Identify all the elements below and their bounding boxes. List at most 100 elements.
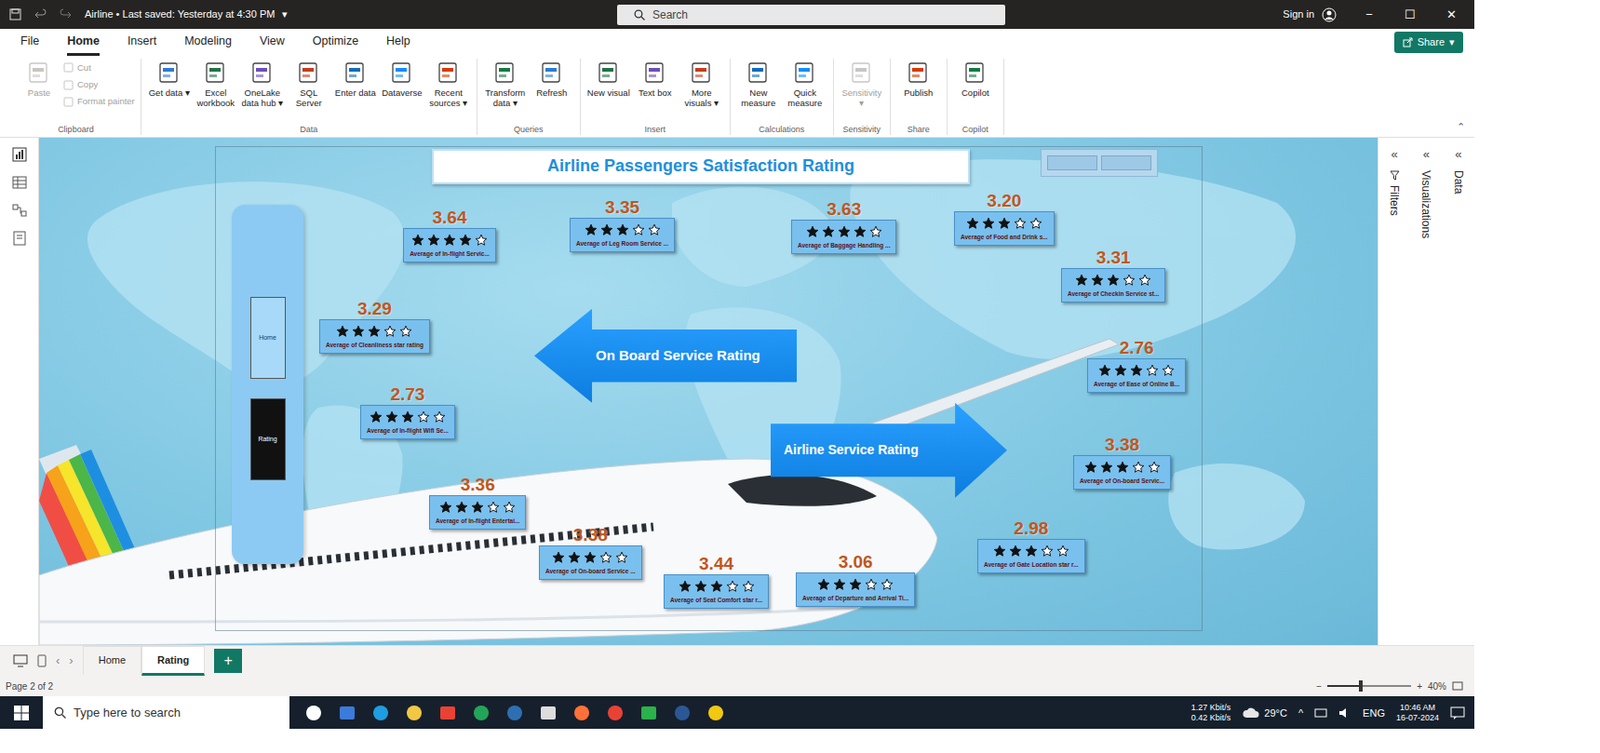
zoom-in-button[interactable]: +	[1416, 679, 1423, 694]
input-language[interactable]: ENG	[1362, 705, 1385, 722]
close-button[interactable]: ✕	[1442, 5, 1460, 25]
page-tab[interactable]: Rating	[141, 645, 205, 677]
app-icon[interactable]	[672, 703, 692, 723]
save-icon[interactable]	[9, 8, 22, 21]
ribbon-button[interactable]: Cut	[63, 61, 135, 75]
menu-item[interactable]: View	[259, 28, 285, 56]
table-view-icon[interactable]	[12, 174, 27, 190]
zoom-out-button[interactable]: −	[1316, 679, 1322, 694]
side-pane[interactable]: «Data	[1450, 145, 1467, 646]
rating-card[interactable]: 3.44Average of Seat Comfort star r...	[663, 553, 769, 609]
ribbon-button[interactable]: Excel workbook	[193, 58, 239, 108]
app-icon[interactable]	[438, 703, 458, 723]
ribbon-button[interactable]: Paste	[16, 58, 62, 98]
menu-item[interactable]: Home	[67, 28, 100, 56]
next-page-button[interactable]: ›	[68, 651, 73, 671]
app-icon[interactable]	[639, 703, 659, 723]
previous-page-button[interactable]: ‹	[55, 651, 60, 671]
title-dropdown[interactable]: ▾	[282, 6, 288, 23]
rating-card[interactable]: 3.06Average of Departure and Arrival Ti.…	[795, 551, 915, 607]
page-nav-button[interactable]: Rating	[250, 398, 286, 481]
app-icon[interactable]	[404, 703, 424, 723]
ribbon-button[interactable]: New measure	[736, 58, 781, 108]
add-page-button[interactable]: +	[214, 648, 243, 673]
zoom-slider[interactable]	[1327, 685, 1412, 687]
app-icon[interactable]	[605, 703, 625, 723]
network-icon[interactable]	[1314, 707, 1328, 719]
avatar-icon[interactable]	[1321, 7, 1337, 23]
ribbon-button[interactable]: Text box	[632, 58, 678, 98]
menu-item[interactable]: Optimize	[312, 28, 359, 56]
rating-card[interactable]: 2.98Average of Gate Location star r...	[977, 518, 1086, 574]
ribbon-button[interactable]: Dataverse	[379, 58, 425, 98]
volume-icon[interactable]	[1338, 707, 1352, 719]
rating-card[interactable]: 3.64Average of In-flight Servic...	[403, 207, 497, 263]
clock[interactable]: 10:46 AM16-07-2024	[1396, 702, 1439, 724]
desktop-layout-icon[interactable]	[13, 654, 28, 668]
start-button[interactable]	[0, 705, 43, 721]
ribbon-button[interactable]: New visual	[586, 58, 632, 98]
side-pane[interactable]: «Visualizations	[1417, 145, 1435, 646]
ribbon-button[interactable]: Enter data	[333, 58, 378, 98]
ribbon-button[interactable]: Quick measure	[782, 58, 828, 108]
minimize-button[interactable]: −	[1360, 5, 1378, 25]
ribbon-button[interactable]: Copy	[63, 78, 135, 92]
ribbon-button[interactable]: SQL Server	[286, 58, 332, 108]
report-view-icon[interactable]	[12, 147, 27, 162]
search-box[interactable]: Search	[617, 4, 1006, 26]
rating-card[interactable]: 3.63Average of Baggage Handling ...	[791, 199, 897, 255]
expand-pane-button[interactable]: «	[1454, 145, 1462, 164]
rating-card[interactable]: 2.76Average of Ease of Online B...	[1087, 337, 1186, 393]
model-view-icon[interactable]	[12, 202, 27, 218]
tray-expand-button[interactable]: ^	[1298, 705, 1304, 722]
ribbon-button[interactable]: Get data ▾	[147, 58, 192, 98]
undo-icon[interactable]	[34, 8, 47, 21]
collapse-ribbon-button[interactable]: ⌃	[1456, 119, 1475, 135]
app-icon[interactable]	[337, 703, 357, 723]
expand-pane-button[interactable]: «	[1391, 145, 1399, 164]
menu-item[interactable]: Modeling	[184, 28, 232, 56]
menu-item[interactable]: File	[20, 28, 40, 56]
app-icon[interactable]	[371, 703, 390, 723]
fit-page-icon[interactable]	[1452, 680, 1464, 692]
rating-card[interactable]: 3.31Average of Checkin Service st...	[1061, 247, 1166, 303]
ribbon-button[interactable]: Transform data ▾	[483, 58, 528, 108]
expand-pane-button[interactable]: «	[1423, 145, 1430, 164]
menu-item[interactable]: Insert	[127, 28, 157, 56]
ribbon-button[interactable]: Sensitivity ▾	[839, 58, 885, 108]
ribbon-button[interactable]: More visuals ▾	[679, 58, 725, 108]
page-tab[interactable]: Home	[82, 645, 142, 677]
weather[interactable]: 29°C	[1241, 705, 1288, 722]
file-title[interactable]: Airline • Last saved: Yesterday at 4:30 …	[84, 6, 288, 23]
notifications-icon[interactable]	[1450, 706, 1466, 720]
ribbon-button[interactable]: Format painter	[63, 94, 135, 108]
ribbon-button[interactable]: OneLake data hub ▾	[240, 58, 285, 108]
dax-query-icon[interactable]	[12, 230, 27, 246]
taskbar-search[interactable]: Type here to search	[42, 696, 290, 729]
rating-card[interactable]: 3.35Average of Leg Room Service ...	[569, 197, 675, 253]
maximize-button[interactable]: ☐	[1401, 5, 1419, 25]
menu-item[interactable]: Help	[386, 28, 411, 56]
redo-icon[interactable]	[59, 8, 72, 21]
ribbon-button[interactable]: Publish	[896, 58, 942, 98]
zoom-thumb[interactable]	[1358, 680, 1363, 692]
rating-card[interactable]: 3.36Average of In-flight Entertai...	[429, 474, 526, 530]
app-icon[interactable]	[471, 703, 491, 723]
app-icon[interactable]	[304, 703, 323, 723]
slicer-button[interactable]	[1047, 155, 1098, 171]
rating-card[interactable]: 3.29Average of Cleanliness star rating	[319, 298, 431, 354]
side-pane[interactable]: «Filters	[1385, 145, 1403, 646]
app-icon[interactable]	[538, 703, 558, 723]
app-icon[interactable]	[572, 703, 592, 723]
rating-card[interactable]: 3.38Average of On-board Service ...	[538, 524, 643, 580]
sign-in[interactable]: Sign in	[1282, 6, 1337, 23]
mobile-layout-icon[interactable]	[37, 654, 47, 668]
app-icon[interactable]	[706, 703, 726, 723]
share-button[interactable]: Share▾	[1394, 31, 1464, 54]
app-icon[interactable]	[505, 703, 525, 723]
bookmark-slicer[interactable]	[1040, 148, 1158, 177]
ribbon-button[interactable]: Copilot	[953, 58, 998, 98]
slicer-button[interactable]	[1101, 155, 1152, 171]
rating-card[interactable]: 3.20Average of Food and Drink s...	[954, 190, 1055, 246]
ribbon-button[interactable]: Refresh	[529, 58, 575, 98]
